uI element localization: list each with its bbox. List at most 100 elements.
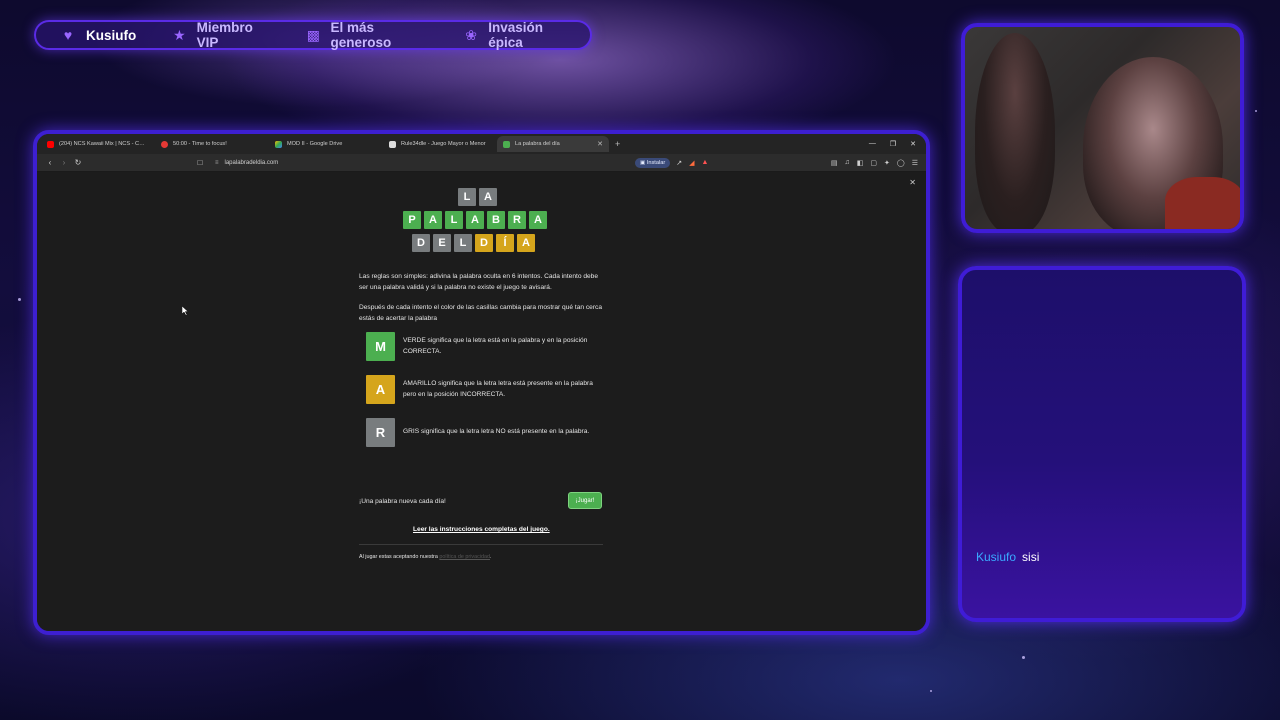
tab-title: Rule34dle - Juego Mayor o Menor bbox=[401, 141, 486, 147]
tab-title: 50:00 - Time to focus! bbox=[173, 141, 227, 147]
legend-tile: A bbox=[366, 375, 395, 404]
nav-item-generous: ▩ El más generoso bbox=[288, 20, 446, 50]
instructions-link[interactable]: Leer las instrucciones completas del jue… bbox=[413, 526, 550, 533]
chat-username: Kusiufo bbox=[976, 550, 1017, 564]
divider bbox=[359, 544, 603, 545]
nav-item-invasion: ❀ Invasión épica bbox=[446, 20, 590, 50]
star-icon: ★ bbox=[173, 26, 186, 43]
share-icon[interactable]: ↗ bbox=[676, 159, 682, 167]
mouse-cursor-icon bbox=[182, 306, 189, 316]
brave-shield-icon[interactable]: ◢ bbox=[689, 159, 694, 167]
music-icon[interactable]: ♫ bbox=[845, 159, 850, 167]
logo-tile: Í bbox=[496, 234, 514, 252]
site-icon bbox=[389, 140, 396, 148]
nav-item-kusiufo: ♥ Kusiufo bbox=[36, 22, 154, 48]
logo-row: LA bbox=[458, 188, 497, 206]
vpn-icon[interactable]: ◯ bbox=[897, 159, 905, 167]
minimize-icon[interactable]: — bbox=[869, 140, 876, 148]
back-icon[interactable]: ‹ bbox=[43, 158, 57, 167]
logo-row: PALABRA bbox=[403, 211, 547, 229]
install-label: Instalar bbox=[646, 159, 666, 166]
nav-label: Miembro VIP bbox=[196, 20, 253, 50]
nav-item-vip: ★ Miembro VIP bbox=[154, 20, 288, 50]
webcam-frame bbox=[961, 23, 1244, 233]
logo-tile: L bbox=[445, 211, 463, 229]
webcam-person bbox=[975, 33, 1055, 229]
legend-text: VERDE significa que la letra está en la … bbox=[403, 337, 588, 355]
privacy-footer: Al jugar estas aceptando nuestra polític… bbox=[359, 554, 491, 560]
chat-panel: Kusiufo sisi bbox=[958, 266, 1246, 622]
forward-icon[interactable]: › bbox=[57, 158, 71, 167]
logo-tile: D bbox=[475, 234, 493, 252]
logo-tile: D bbox=[412, 234, 430, 252]
close-icon[interactable]: ✕ bbox=[909, 178, 916, 187]
reload-icon[interactable]: ↻ bbox=[71, 158, 85, 167]
logo-tile: L bbox=[454, 234, 472, 252]
legend-tile: R bbox=[366, 418, 395, 447]
privacy-policy-link[interactable]: política de privacidad bbox=[439, 554, 490, 560]
nav-label: Kusiufo bbox=[86, 27, 137, 43]
logo-tile: P bbox=[403, 211, 421, 229]
close-icon[interactable]: ✕ bbox=[597, 140, 603, 148]
rules-intro: Las reglas son simples: adivina la palab… bbox=[359, 273, 598, 291]
sidebar-icon[interactable]: ◧ bbox=[857, 159, 864, 167]
browser-window: (204) NCS Kawaii Mix | NCS - Copyri 50:0… bbox=[33, 130, 930, 635]
sparkle bbox=[1022, 656, 1025, 659]
tab-bar: (204) NCS Kawaii Mix | NCS - Copyri 50:0… bbox=[37, 134, 926, 154]
sparkle bbox=[18, 298, 21, 301]
bookmark-icon[interactable]: □ bbox=[193, 158, 207, 167]
sparkle bbox=[930, 690, 932, 692]
footer-prefix: Al jugar estas aceptando nuestra bbox=[359, 554, 438, 560]
tabs-icon[interactable]: ▤ bbox=[831, 159, 838, 167]
restore-icon[interactable]: ❐ bbox=[890, 140, 896, 148]
logo-tile: A bbox=[517, 234, 535, 252]
extensions-bar: ▤ ♫ ◧ ▢ ✦ ◯ ☰ bbox=[831, 159, 920, 167]
browser-tab-active[interactable]: La palabra del día ✕ bbox=[497, 136, 609, 152]
tab-title: MOD II - Google Drive bbox=[287, 141, 343, 147]
stream-overlay-nav: ♥ Kusiufo ★ Miembro VIP ▩ El más generos… bbox=[34, 20, 592, 50]
legend-row-yellow: A AMARILLO significa que la letra letra … bbox=[366, 375, 598, 404]
browser-toolbar: ‹ › ↻ □ ≡ lapalabradeldia.com ▣ Instalar… bbox=[37, 154, 926, 172]
legend-row-green: M VERDE significa que la letra está en l… bbox=[366, 332, 598, 361]
paw-icon: ❀ bbox=[465, 26, 477, 43]
chat-text: sisi bbox=[1022, 550, 1040, 564]
chat-message: Kusiufo sisi bbox=[976, 550, 1039, 564]
tab-title: La palabra del día bbox=[515, 141, 560, 147]
site-info-icon[interactable]: ≡ bbox=[215, 160, 219, 166]
install-button[interactable]: ▣ Instalar bbox=[635, 157, 671, 168]
logo-tile: A bbox=[424, 211, 442, 229]
web-page: ✕ LA PALABRA DELDÍA Las reglas son simpl… bbox=[37, 172, 926, 631]
new-tab-icon[interactable]: + bbox=[615, 139, 620, 149]
menu-icon[interactable]: ☰ bbox=[912, 159, 918, 167]
rewards-icon[interactable]: ▲ bbox=[701, 159, 708, 167]
address-bar[interactable]: □ ≡ lapalabradeldia.com bbox=[198, 158, 635, 167]
logo-tile: E bbox=[433, 234, 451, 252]
legend-text: GRIS significa que la letra letra NO est… bbox=[403, 428, 590, 436]
browser-tab[interactable]: Rule34dle - Juego Mayor o Menor bbox=[383, 136, 495, 152]
nav-label: El más generoso bbox=[330, 20, 392, 50]
browser-tab[interactable]: MOD II - Google Drive bbox=[269, 136, 381, 152]
url-text: lapalabradeldia.com bbox=[224, 159, 279, 166]
youtube-icon bbox=[47, 140, 54, 148]
wallet-icon[interactable]: ▢ bbox=[870, 159, 877, 167]
browser-tab[interactable]: 50:00 - Time to focus! bbox=[155, 136, 267, 152]
leo-icon[interactable]: ✦ bbox=[884, 159, 890, 167]
monitor-icon: ▣ bbox=[640, 159, 647, 166]
logo-tile: B bbox=[487, 211, 505, 229]
logo-tile: R bbox=[508, 211, 526, 229]
legend-text: AMARILLO significa que la letra letra es… bbox=[403, 380, 593, 398]
logo-tile: L bbox=[458, 188, 476, 206]
rules-after: Después de cada intento el color de las … bbox=[359, 304, 602, 322]
timer-icon bbox=[161, 140, 168, 148]
address-actions: ↗ ◢ ▲ bbox=[676, 159, 708, 167]
site-icon bbox=[503, 140, 510, 148]
sparkle bbox=[1255, 110, 1257, 112]
legend-tile: M bbox=[366, 332, 395, 361]
browser-tab[interactable]: (204) NCS Kawaii Mix | NCS - Copyri bbox=[41, 136, 153, 152]
play-button[interactable]: ¡Jugar! bbox=[568, 492, 602, 509]
daily-word-text: ¡Una palabra nueva cada día! bbox=[359, 498, 446, 505]
nav-label: Invasión épica bbox=[488, 20, 544, 50]
heart-icon: ♥ bbox=[63, 27, 73, 43]
close-icon[interactable]: ✕ bbox=[910, 140, 916, 148]
logo-tile: A bbox=[479, 188, 497, 206]
